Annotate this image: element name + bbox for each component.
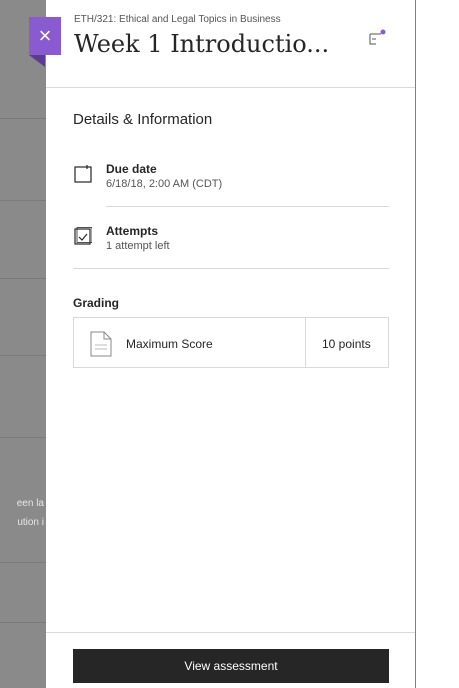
- grade-name: Maximum Score: [126, 337, 213, 351]
- item-divider: [73, 268, 389, 269]
- panel-header: ETH/321: Ethical and Legal Topics in Bus…: [46, 0, 415, 88]
- due-date-value: 6/18/18, 2:00 AM (CDT): [106, 178, 223, 190]
- background-text: ution i: [17, 517, 44, 528]
- assessment-title: Week 1 Introductio...: [74, 30, 330, 58]
- background-divider: [0, 355, 46, 356]
- document-icon: [90, 331, 112, 357]
- course-name: ETH/321: Ethical and Legal Topics in Bus…: [74, 14, 281, 25]
- section-title: Details & Information: [73, 111, 213, 128]
- header-divider: [46, 87, 415, 88]
- close-button-fold: [29, 55, 45, 67]
- calendar-icon: [74, 165, 92, 183]
- background-divider: [0, 118, 46, 119]
- background-divider: [0, 278, 46, 279]
- attempts-check-icon: [74, 227, 92, 245]
- attempts-value: 1 attempt left: [106, 240, 170, 252]
- grade-separator: [305, 318, 306, 367]
- due-date-label: Due date: [106, 162, 157, 176]
- view-assessment-button[interactable]: View assessment: [73, 649, 389, 683]
- item-divider: [106, 206, 389, 207]
- background-divider: [0, 437, 46, 438]
- close-panel-button[interactable]: ×: [29, 17, 61, 55]
- close-icon: ×: [38, 23, 52, 48]
- grading-row: Maximum Score 10 points: [73, 317, 389, 368]
- grading-label: Grading: [73, 296, 120, 310]
- panel-edge: [415, 0, 416, 688]
- background-divider: [0, 200, 46, 201]
- grade-points: 10 points: [322, 337, 371, 351]
- footer-divider: [46, 632, 415, 633]
- background-divider: [0, 562, 46, 563]
- collapse-panel-icon[interactable]: [368, 28, 386, 48]
- attempts-label: Attempts: [106, 224, 159, 238]
- background-text: een la: [16, 498, 44, 509]
- details-panel: ETH/321: Ethical and Legal Topics in Bus…: [46, 0, 415, 688]
- background-divider: [0, 622, 46, 623]
- background-page: een la ution i: [0, 0, 46, 688]
